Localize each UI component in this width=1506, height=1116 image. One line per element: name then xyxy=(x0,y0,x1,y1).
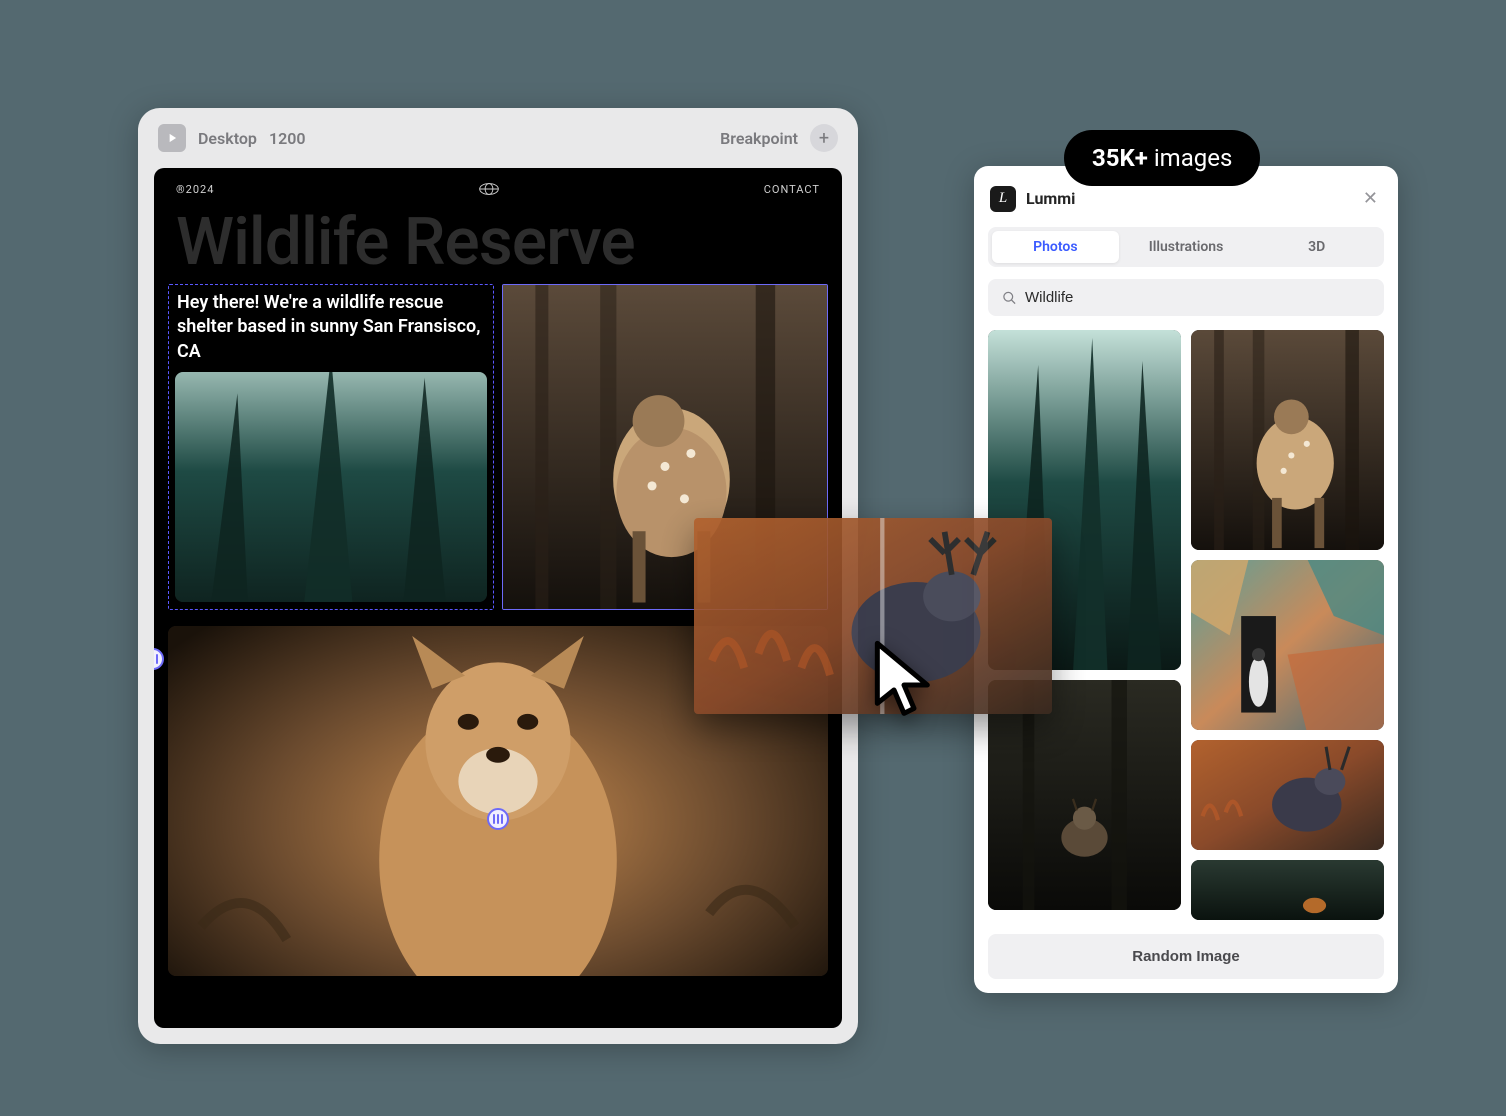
tab-illustrations[interactable]: Illustrations xyxy=(1123,231,1250,263)
badge-count: 35K+ xyxy=(1092,144,1148,172)
toolbar-right-group: Breakpoint + xyxy=(720,124,838,152)
tab-photos[interactable]: Photos xyxy=(992,231,1119,263)
panel-header: L Lummi ✕ xyxy=(988,180,1384,227)
intro-cell[interactable]: Hey there! We're a wildlife rescue shelt… xyxy=(168,284,494,610)
resize-handle-bottom[interactable] xyxy=(487,808,509,830)
search-input[interactable] xyxy=(1025,289,1370,306)
globe-icon xyxy=(478,182,500,196)
tab-3d[interactable]: 3D xyxy=(1253,231,1380,263)
gallery-item-mural-wall[interactable] xyxy=(1191,560,1384,730)
hero-title[interactable]: Wildlife Reserve xyxy=(154,210,842,276)
drag-bars-icon xyxy=(154,654,158,664)
contact-link[interactable]: CONTACT xyxy=(764,183,820,196)
gallery-column-right xyxy=(1191,330,1384,920)
plus-icon: + xyxy=(819,128,829,149)
gallery-item-dark-forest-animal[interactable] xyxy=(988,680,1181,910)
viewport-mode-label[interactable]: Desktop xyxy=(198,129,257,148)
canvas-toolbar: Desktop 1200 Breakpoint + xyxy=(154,124,842,168)
gallery-item-spotted-deer[interactable] xyxy=(1191,330,1384,550)
forest-image-slot[interactable] xyxy=(175,372,487,602)
close-button[interactable]: ✕ xyxy=(1359,184,1382,213)
asset-type-tabs: Photos Illustrations 3D xyxy=(988,227,1384,267)
breakpoint-label[interactable]: Breakpoint xyxy=(720,129,798,148)
image-count-badge: 35K+ images xyxy=(1064,130,1260,186)
search-icon xyxy=(1002,290,1017,306)
random-image-button[interactable]: Random Image xyxy=(988,934,1384,979)
site-year: ®2024 xyxy=(176,183,214,196)
play-icon xyxy=(165,131,179,145)
panel-title: Lummi xyxy=(1026,189,1075,208)
gallery-item-pine-fox[interactable] xyxy=(1191,860,1384,920)
drag-bars-icon xyxy=(493,814,503,824)
viewport-width-value[interactable]: 1200 xyxy=(269,129,306,148)
gallery-item-elk-autumn[interactable] xyxy=(1191,740,1384,850)
intro-text[interactable]: Hey there! We're a wildlife rescue shelt… xyxy=(175,291,487,372)
preview-button[interactable] xyxy=(158,124,186,152)
add-breakpoint-button[interactable]: + xyxy=(810,124,838,152)
cursor-icon xyxy=(870,640,938,724)
lummi-app-icon: L xyxy=(990,186,1016,212)
search-field[interactable] xyxy=(988,279,1384,316)
badge-suffix: images xyxy=(1154,144,1233,172)
close-icon: ✕ xyxy=(1363,188,1378,209)
toolbar-left-group: Desktop 1200 xyxy=(158,124,306,152)
